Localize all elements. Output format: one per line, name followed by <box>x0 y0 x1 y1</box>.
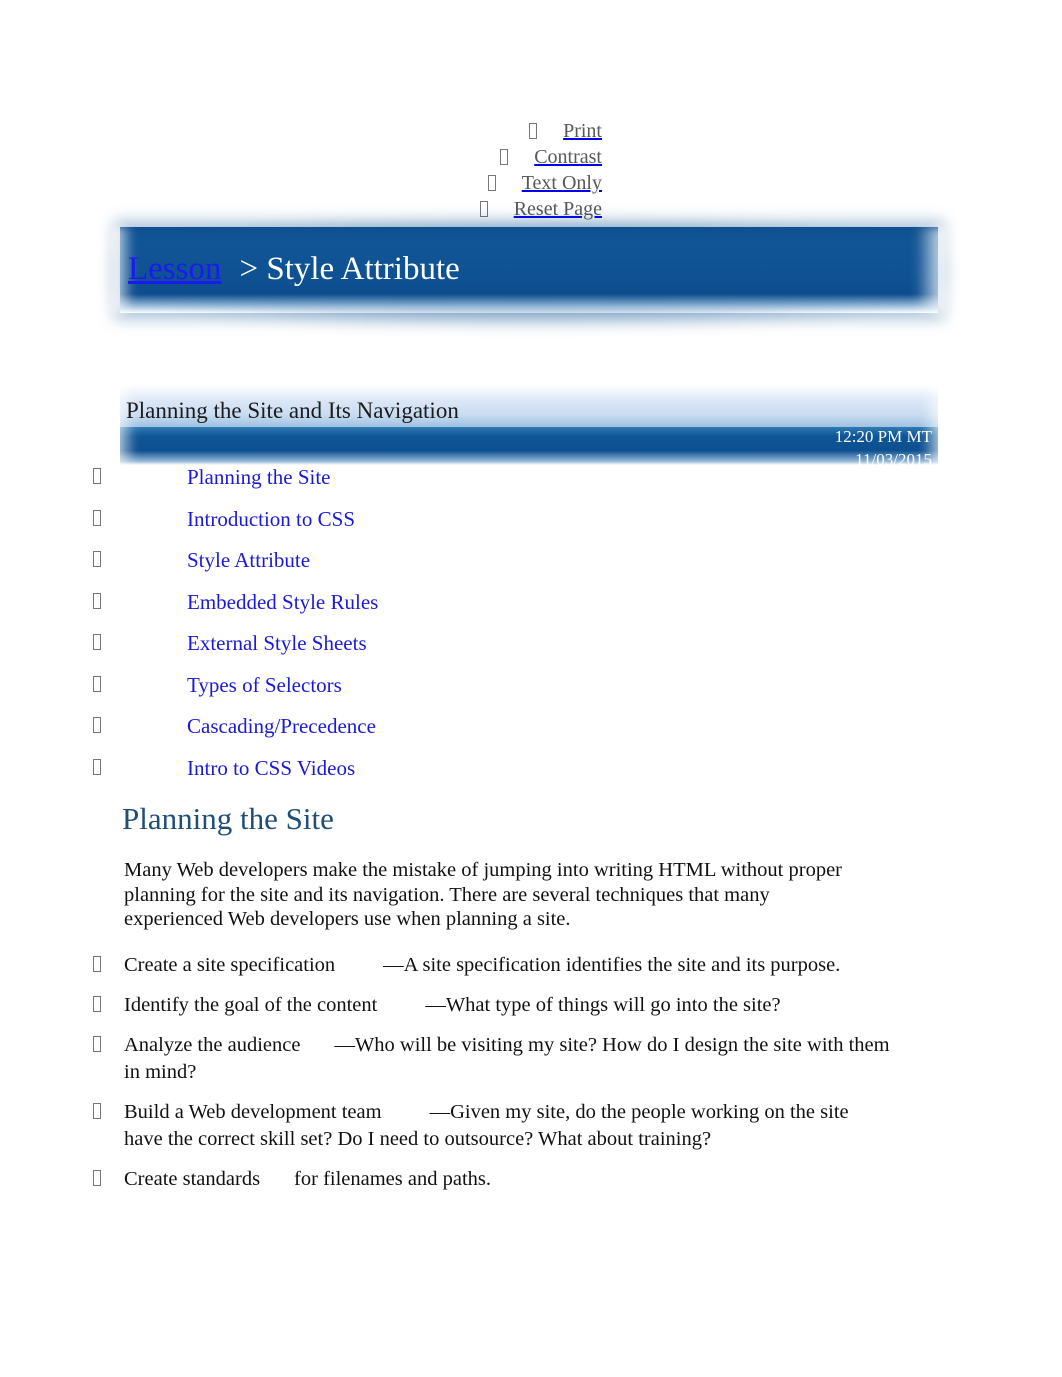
technique-list: Create a site specification —A site speci… <box>0 952 1000 1206</box>
list-item: Create standards for filenames and paths. <box>93 1166 892 1206</box>
list-item-desc: for filenames and paths. <box>294 1168 492 1190</box>
nav-item[interactable]: Embedded Style Rules <box>0 587 1000 629</box>
reset-page-icon <box>479 201 488 217</box>
nav-link-cascading-precedence[interactable]: Cascading/Precedence <box>187 711 376 741</box>
bullet-icon <box>93 996 101 1012</box>
bullet-icon <box>93 956 101 972</box>
nav-item[interactable]: Style Attribute <box>0 545 1000 587</box>
nav-link-planning-the-site[interactable]: Planning the Site <box>187 462 331 492</box>
lesson-page: Print Contrast Text Only Reset Page Less… <box>0 0 1062 1377</box>
list-item-desc: —What type of things will go into the si… <box>425 994 781 1016</box>
nav-link-embedded-style-rules[interactable]: Embedded Style Rules <box>187 587 378 617</box>
contrast-icon <box>500 149 509 165</box>
bullet-icon <box>93 1170 101 1186</box>
list-item: Analyze the audience —Who will be visitin… <box>93 1032 892 1099</box>
intro-paragraph: Many Web developers make the mistake of … <box>124 859 842 930</box>
list-item-lead: Analyze the audience <box>124 1034 301 1056</box>
nav-item[interactable]: External Style Sheets <box>0 628 1000 670</box>
nav-link-style-attribute[interactable]: Style Attribute <box>187 545 310 575</box>
page-title: Planning the Site <box>122 801 334 836</box>
text-only-link[interactable]: Text Only <box>0 170 602 196</box>
print-label: Print <box>563 120 602 142</box>
utility-toolbar: Print Contrast Text Only Reset Page <box>0 118 602 222</box>
bullet-icon <box>93 1036 101 1052</box>
list-item-lead: Create standards <box>124 1168 261 1190</box>
bullet-icon <box>93 634 101 650</box>
nav-item[interactable]: Intro to CSS Videos <box>0 753 1000 795</box>
breadcrumb-current: > Style Attribute <box>239 251 460 287</box>
text-only-icon <box>487 175 496 191</box>
nav-link-external-style-sheets[interactable]: External Style Sheets <box>187 628 367 658</box>
lesson-nav-list: Planning the Site Introduction to CSS St… <box>0 462 1000 794</box>
timestamp-time: 12:20 PM MT <box>834 427 932 446</box>
list-item-desc: —A site specification identifies the sit… <box>383 954 841 976</box>
bullet-icon <box>93 717 101 733</box>
breadcrumb: Lesson > Style Attribute <box>128 249 460 289</box>
bullet-icon <box>93 758 101 775</box>
nav-item[interactable]: Introduction to CSS <box>0 504 1000 546</box>
bullet-icon <box>93 675 101 692</box>
list-item: Build a Web development team —Given my si… <box>93 1099 892 1166</box>
reset-page-label: Reset Page <box>513 198 602 220</box>
breadcrumb-lesson-link[interactable]: Lesson <box>128 251 222 287</box>
list-item: Identify the goal of the content —What ty… <box>93 992 892 1032</box>
bullet-icon <box>93 592 101 609</box>
bullet-icon <box>93 551 101 567</box>
section-banner: Planning the Site and Its Navigation 12:… <box>120 385 938 469</box>
title-banner: Lesson > Style Attribute <box>110 221 948 325</box>
text-only-label: Text Only <box>521 172 602 194</box>
contrast-link[interactable]: Contrast <box>0 144 602 170</box>
list-item-lead: Identify the goal of the content <box>124 994 378 1016</box>
bullet-icon <box>93 1103 101 1119</box>
nav-link-introduction-to-css[interactable]: Introduction to CSS <box>187 504 355 534</box>
timestamp-date: 11/03/2015 <box>855 450 932 469</box>
timestamp: 12:20 PM MT 11/03/2015 <box>835 425 932 471</box>
bullet-icon <box>93 468 101 484</box>
nav-link-intro-to-css-videos[interactable]: Intro to CSS Videos <box>187 753 355 783</box>
list-item-lead: Create a site specification <box>124 954 336 976</box>
print-link[interactable]: Print <box>0 118 602 144</box>
list-item: Create a site specification —A site speci… <box>93 952 892 992</box>
reset-page-link[interactable]: Reset Page <box>0 196 602 222</box>
section-title: Planning the Site and Its Navigation <box>126 398 459 423</box>
list-item-lead: Build a Web development team <box>124 1101 382 1123</box>
bullet-icon <box>93 509 101 526</box>
nav-link-types-of-selectors[interactable]: Types of Selectors <box>187 670 342 700</box>
nav-item[interactable]: Cascading/Precedence <box>0 711 1000 753</box>
nav-item[interactable]: Types of Selectors <box>0 670 1000 712</box>
section-banner-bottom <box>120 427 938 465</box>
print-icon <box>529 123 538 139</box>
contrast-label: Contrast <box>534 146 602 168</box>
